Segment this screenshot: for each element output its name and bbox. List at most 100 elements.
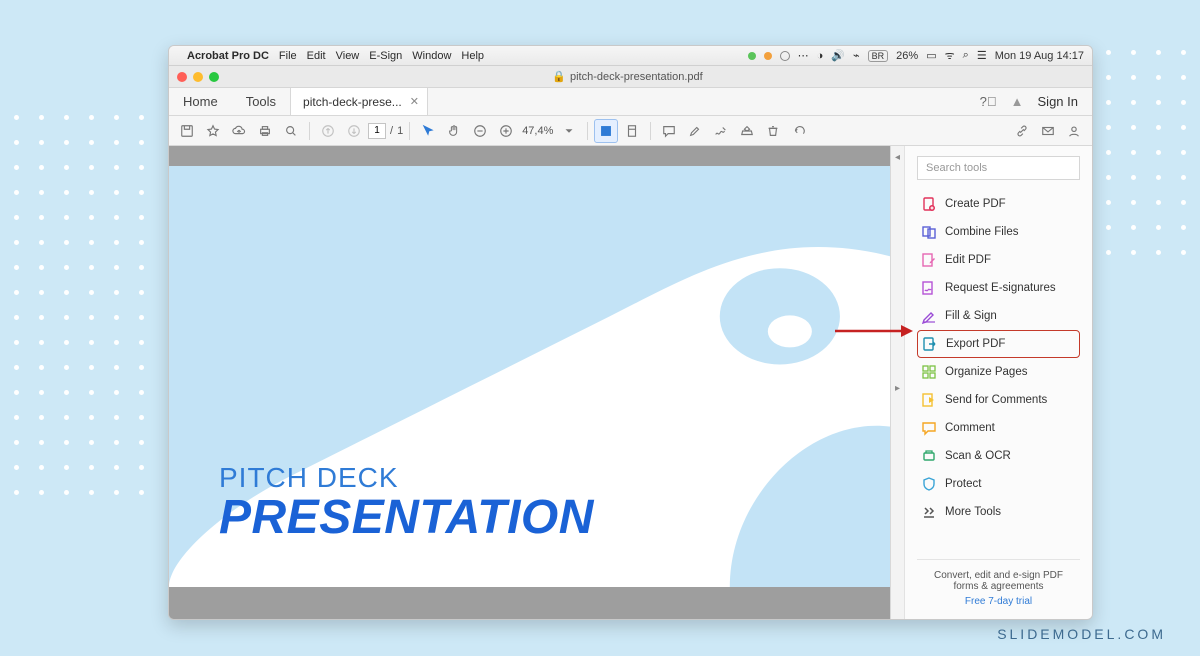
status-battery-icon: ▭ (926, 49, 936, 62)
tool-icon (921, 308, 937, 324)
highlight-icon[interactable] (683, 119, 707, 143)
zoom-value: 47,4% (520, 125, 555, 137)
zoom-button[interactable] (209, 72, 219, 82)
tool-icon (921, 392, 937, 408)
account-icon[interactable] (1062, 119, 1086, 143)
tool-item-scan-ocr[interactable]: Scan & OCR (917, 442, 1080, 470)
fit-width-icon[interactable] (594, 119, 618, 143)
tool-icon (922, 336, 938, 352)
bg-dots-right (1081, 50, 1186, 255)
tools-footer-trial-link[interactable]: Free 7-day trial (921, 596, 1076, 607)
save-icon[interactable] (175, 119, 199, 143)
zoom-out-icon[interactable] (468, 119, 492, 143)
tool-item-edit-pdf[interactable]: Edit PDF (917, 246, 1080, 274)
tool-item-fill-sign[interactable]: Fill & Sign (917, 302, 1080, 330)
cloud-upload-icon[interactable] (227, 119, 251, 143)
search-tools-input[interactable]: Search tools (917, 156, 1080, 180)
tool-icon (921, 504, 937, 520)
tool-item-create-pdf[interactable]: Create PDF (917, 190, 1080, 218)
tool-icon (921, 280, 937, 296)
comment-icon[interactable] (657, 119, 681, 143)
tool-item-organize-pages[interactable]: Organize Pages (917, 358, 1080, 386)
document-gray-below (169, 587, 890, 619)
print-icon[interactable] (253, 119, 277, 143)
status-battery-pct: 26% (896, 50, 918, 62)
tool-label: Scan & OCR (945, 450, 1011, 462)
selection-icon[interactable] (416, 119, 440, 143)
page-up-icon[interactable] (316, 119, 340, 143)
slide-title: PRESENTATION (219, 494, 594, 542)
status-volume-icon: 🔊 (831, 49, 845, 62)
bell-icon[interactable]: ▲ (1011, 94, 1024, 109)
tab-tools[interactable]: Tools (232, 88, 290, 115)
zoom-in-icon[interactable] (494, 119, 518, 143)
tool-label: Comment (945, 422, 995, 434)
tool-label: Fill & Sign (945, 310, 997, 322)
status-dot-green-icon (748, 52, 756, 60)
tool-item-comment[interactable]: Comment (917, 414, 1080, 442)
tool-item-request-e-signatures[interactable]: Request E-signatures (917, 274, 1080, 302)
tool-label: Combine Files (945, 226, 1019, 238)
tools-footer: Convert, edit and e-sign PDF forms & agr… (917, 559, 1080, 619)
tool-icon (921, 252, 937, 268)
delete-icon[interactable] (761, 119, 785, 143)
tool-item-protect[interactable]: Protect (917, 470, 1080, 498)
tool-label: Edit PDF (945, 254, 991, 266)
menu-esign[interactable]: E-Sign (369, 50, 402, 62)
status-control-center-icon[interactable]: ☰ (977, 49, 987, 62)
zoom-dropdown-icon[interactable] (557, 119, 581, 143)
menu-file[interactable]: File (279, 50, 297, 62)
mac-menubar: Acrobat Pro DC File Edit View E-Sign Win… (169, 46, 1092, 66)
search-doc-icon[interactable] (279, 119, 303, 143)
tool-icon (921, 196, 937, 212)
tool-list: Create PDF Combine Files Edit PDF Request E… (917, 190, 1080, 526)
tab-row: Home Tools pitch-deck-prese... ✕ ?⃝ ▲ Si… (169, 88, 1092, 116)
page-total: 1 (397, 125, 403, 137)
menubar-appname[interactable]: Acrobat Pro DC (187, 50, 269, 62)
page-current-input[interactable] (368, 123, 386, 139)
sign-in-link[interactable]: Sign In (1038, 94, 1078, 109)
minimize-button[interactable] (193, 72, 203, 82)
document-area[interactable]: PITCH DECK PRESENTATION (169, 146, 890, 619)
tool-item-send-for-comments[interactable]: Send for Comments (917, 386, 1080, 414)
document-page[interactable]: PITCH DECK PRESENTATION (169, 166, 890, 587)
tool-icon (921, 364, 937, 380)
menu-view[interactable]: View (336, 50, 360, 62)
watermark: SLIDEMODEL.COM (997, 626, 1166, 642)
traffic-lights (177, 72, 219, 82)
tool-item-combine-files[interactable]: Combine Files (917, 218, 1080, 246)
menubar-status: ⋯ ◑ 🔊 ⌁ BR 26% ▭ ᯤ ⌕ ☰ Mon 19 Aug 14:17 (748, 48, 1084, 63)
undo-icon[interactable] (787, 119, 811, 143)
lock-icon: 🔒 (552, 70, 566, 83)
close-button[interactable] (177, 72, 187, 82)
star-icon[interactable] (201, 119, 225, 143)
status-bluetooth-icon: ⌁ (853, 49, 860, 62)
status-datetime[interactable]: Mon 19 Aug 14:17 (995, 50, 1084, 62)
page-down-icon[interactable] (342, 119, 366, 143)
menu-help[interactable]: Help (461, 50, 484, 62)
link-icon[interactable] (1010, 119, 1034, 143)
tab-close-icon[interactable]: ✕ (410, 95, 419, 108)
tool-item-more-tools[interactable]: More Tools (917, 498, 1080, 526)
tools-panel: Search tools Create PDF Combine Files Edit… (904, 146, 1092, 619)
menu-edit[interactable]: Edit (307, 50, 326, 62)
gutter-collapse-mid-icon[interactable]: ▸ (895, 383, 900, 394)
tool-icon (921, 448, 937, 464)
fit-page-icon[interactable] (620, 119, 644, 143)
sign-icon[interactable] (709, 119, 733, 143)
tab-home[interactable]: Home (169, 88, 232, 115)
toolbar: / 1 47,4% (169, 116, 1092, 146)
gutter-collapse-top-icon[interactable]: ◂ (895, 152, 900, 163)
tab-document[interactable]: pitch-deck-prese... ✕ (290, 88, 428, 115)
status-lang-badge[interactable]: BR (868, 50, 889, 62)
status-search-icon[interactable]: ⌕ (963, 49, 969, 62)
bg-dots-left (14, 115, 144, 495)
tool-item-export-pdf[interactable]: Export PDF (917, 330, 1080, 358)
menu-window[interactable]: Window (412, 50, 451, 62)
help-icon[interactable]: ?⃝ (980, 94, 997, 109)
hand-icon[interactable] (442, 119, 466, 143)
window-title: pitch-deck-presentation.pdf (570, 71, 703, 83)
email-icon[interactable] (1036, 119, 1060, 143)
stamp-icon[interactable] (735, 119, 759, 143)
status-wifi-icon: ᯤ (945, 48, 955, 63)
